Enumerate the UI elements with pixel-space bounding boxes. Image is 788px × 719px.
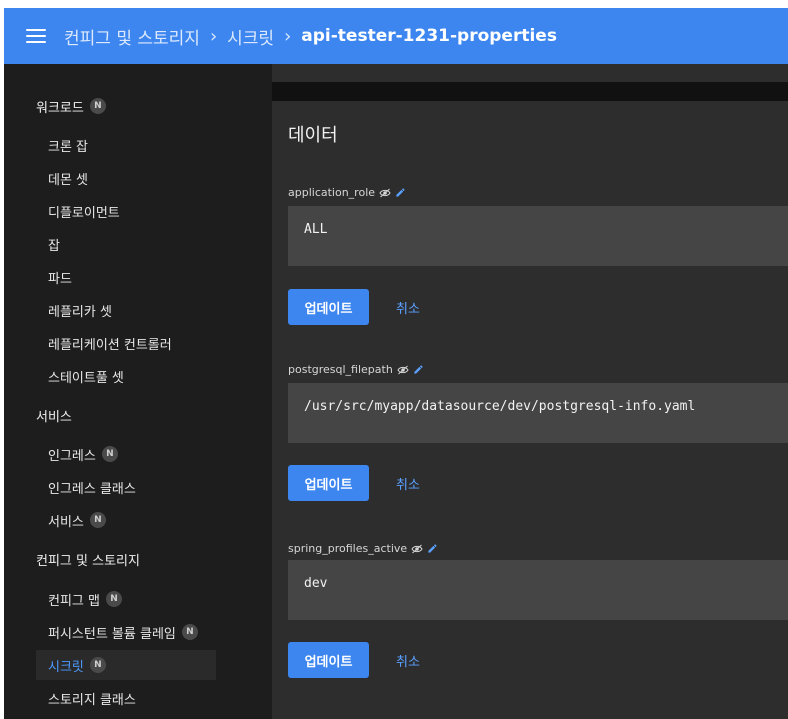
sidebar-item-label: 시크릿	[48, 659, 84, 675]
sidebar-item-label: 퍼시스턴트 볼륨 클레임	[48, 626, 176, 642]
data-card: 데이터 application_role ALL 업데이트 취소 postgre…	[272, 101, 788, 719]
sidebar-item-pvcs[interactable]: 퍼시스턴트 볼륨 클레임 N	[4, 617, 198, 647]
namespace-badge: N	[89, 512, 106, 528]
sidebar-item-deployments[interactable]: 디플로이먼트	[4, 196, 120, 226]
namespace-badge: N	[89, 98, 106, 114]
sidebar-item-label: 컨피그 맵	[48, 593, 100, 609]
chevron-right-icon: ›	[284, 25, 292, 47]
update-button[interactable]: 업데이트	[288, 289, 369, 325]
sidebar-item-ingresses[interactable]: 인그레스 N	[4, 439, 118, 469]
sidebar: 워크로드 N 크론 잡 데몬 셋 디플로이먼트 잡 파드 레플리카 셋 레플리케…	[4, 64, 272, 719]
sidebar-item-label: 레플리케이션 컨트롤러	[48, 337, 172, 353]
breadcrumb-current: api-tester-1231-properties	[301, 26, 557, 46]
namespace-badge: N	[101, 446, 118, 462]
sidebar-item-label: 인그레스	[48, 448, 96, 464]
sidebar-item-label: 디플로이먼트	[48, 205, 120, 221]
chevron-right-icon: ›	[209, 25, 218, 47]
sidebar-item-label: 서비스	[36, 409, 72, 425]
sidebar-item-ingressclasses[interactable]: 인그레스 클래스	[4, 472, 136, 502]
sidebar-item-replicationcontrollers[interactable]: 레플리케이션 컨트롤러	[4, 328, 172, 358]
field-label-application-role: application_role	[288, 186, 406, 199]
sidebar-item-label: 인그레스 클래스	[48, 481, 136, 497]
card-title: 데이터	[288, 125, 338, 146]
sidebar-section-workloads[interactable]: 워크로드 N	[4, 91, 106, 121]
namespace-badge: N	[105, 591, 122, 607]
cancel-button[interactable]: 취소	[384, 642, 432, 678]
sidebar-item-configmaps[interactable]: 컨피그 맵 N	[4, 584, 122, 614]
sidebar-item-label: 데몬 셋	[48, 172, 89, 188]
sidebar-item-label: 서비스	[48, 514, 84, 530]
previous-card	[272, 64, 788, 82]
field-key: postgresql_filepath	[288, 363, 393, 376]
eye-off-icon[interactable]	[397, 365, 409, 375]
pencil-icon[interactable]	[395, 187, 406, 198]
field-label-postgresql-filepath: postgresql_filepath	[288, 363, 424, 376]
pencil-icon[interactable]	[427, 543, 438, 554]
field-label-spring-profiles-active: spring_profiles_active	[288, 542, 438, 555]
eye-off-icon[interactable]	[411, 544, 423, 554]
menu-icon[interactable]	[26, 29, 46, 43]
main-content: 데이터 application_role ALL 업데이트 취소 postgre…	[272, 64, 788, 719]
field-key: spring_profiles_active	[288, 542, 408, 555]
sidebar-item-cronjobs[interactable]: 크론 잡	[4, 130, 88, 160]
breadcrumb-config-storage[interactable]: 컨피그 및 스토리지	[64, 24, 200, 49]
update-button[interactable]: 업데이트	[288, 642, 369, 678]
sidebar-section-config-storage[interactable]: 컨피그 및 스토리지	[4, 544, 140, 574]
namespace-badge: N	[89, 657, 106, 673]
value-field-spring-profiles-active[interactable]: dev	[288, 560, 788, 620]
field-key: application_role	[288, 186, 376, 199]
eye-off-icon[interactable]	[379, 188, 391, 198]
sidebar-item-jobs[interactable]: 잡	[4, 229, 60, 259]
sidebar-item-label: 크론 잡	[48, 139, 89, 155]
sidebar-item-services[interactable]: 서비스 N	[4, 505, 106, 535]
sidebar-item-label: 파드	[48, 271, 72, 287]
sidebar-item-replicasets[interactable]: 레플리카 셋	[4, 295, 112, 325]
sidebar-item-label: 컨피그 및 스토리지	[36, 553, 140, 569]
sidebar-item-label: 레플리카 셋	[48, 304, 112, 320]
pencil-icon[interactable]	[413, 364, 424, 375]
sidebar-item-secrets[interactable]: 시크릿 N	[36, 650, 216, 680]
sidebar-item-label: 스테이트풀 셋	[48, 370, 124, 386]
sidebar-section-services[interactable]: 서비스	[4, 400, 72, 430]
app-bar: 컨피그 및 스토리지 › 시크릿 › api-tester-1231-prope…	[4, 8, 788, 64]
cancel-button[interactable]: 취소	[384, 465, 432, 501]
sidebar-item-label: 워크로드	[36, 100, 84, 116]
sidebar-item-statefulsets[interactable]: 스테이트풀 셋	[4, 361, 124, 391]
value-field-postgresql-filepath[interactable]: /usr/src/myapp/datasource/dev/postgresql…	[288, 383, 788, 443]
value-field-application-role[interactable]: ALL	[288, 206, 788, 266]
sidebar-item-pods[interactable]: 파드	[4, 262, 72, 292]
update-button[interactable]: 업데이트	[288, 465, 369, 501]
namespace-badge: N	[181, 624, 198, 640]
cancel-button[interactable]: 취소	[384, 289, 432, 325]
sidebar-item-label: 스토리지 클래스	[48, 692, 136, 708]
sidebar-item-storageclasses[interactable]: 스토리지 클래스	[4, 683, 136, 713]
sidebar-item-daemonsets[interactable]: 데몬 셋	[4, 163, 88, 193]
sidebar-item-label: 잡	[48, 238, 60, 254]
breadcrumb-secrets[interactable]: 시크릿	[227, 24, 274, 49]
